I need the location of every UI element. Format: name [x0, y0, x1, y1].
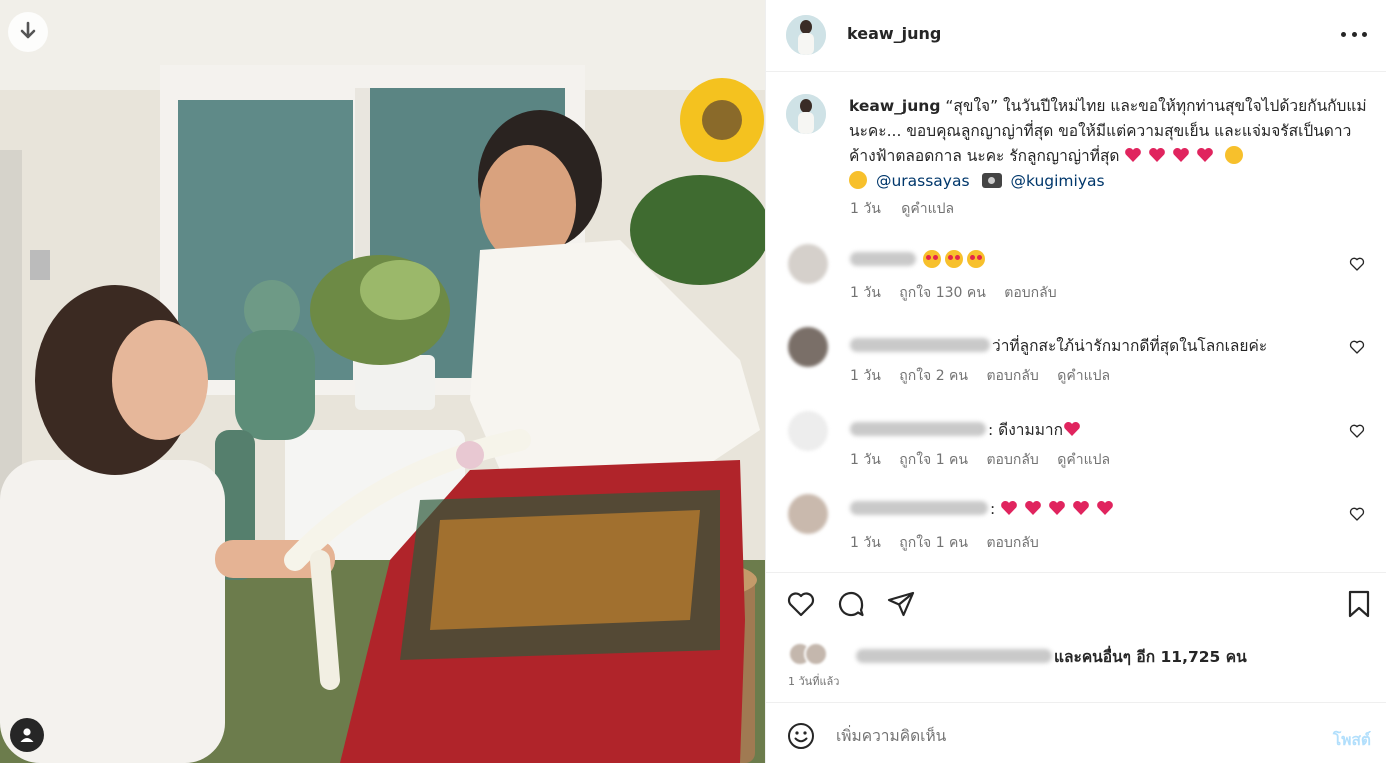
comment-meta: 1 วัน ถูกใจ 2 คน ตอบกลับ ดูคำแปล: [850, 365, 1124, 387]
liker-avatars: [788, 642, 848, 666]
user-tag-button[interactable]: [10, 718, 44, 752]
comments-section[interactable]: keaw_jung “สุขใจ” ในวันปีใหม่ไทย และขอให…: [766, 72, 1386, 572]
heart-eyes-icon: [944, 250, 963, 268]
camera-icon: [982, 173, 1003, 188]
red-heart-icon: [1125, 148, 1142, 162]
bookmark-icon[interactable]: [1344, 589, 1374, 619]
heart-icon[interactable]: [1349, 339, 1365, 355]
emoji-icon[interactable]: [786, 721, 816, 751]
comment-likes[interactable]: ถูกใจ 1 คน: [899, 452, 968, 468]
red-heart-icon: [1001, 501, 1018, 515]
comment-item: : ดีงามมาก 1 วัน ถูกใจ 1 คน ตอบกลับ ดูคำ…: [766, 411, 1386, 481]
comment-reply-link[interactable]: ตอบกลับ: [1004, 285, 1056, 301]
blurred-liker-name[interactable]: [856, 649, 1052, 663]
caption-mention-urassayas[interactable]: @urassayas: [876, 172, 970, 190]
author-avatar[interactable]: [786, 15, 826, 55]
avatar-image: [786, 15, 826, 55]
instagram-post-view: keaw_jung keaw_jung “สุขใจ” ในวันปีใหม่ไ…: [0, 0, 1386, 763]
post-photo[interactable]: [0, 0, 765, 763]
likes-count[interactable]: และคนอื่นๆ อีก 11,725 คน: [1054, 648, 1247, 666]
blurred-username[interactable]: [850, 252, 916, 266]
comment-translate-link[interactable]: ดูคำแปล: [1057, 452, 1110, 468]
post-header: keaw_jung: [766, 0, 1386, 72]
caption-translate-link[interactable]: ดูคำแปล: [901, 201, 954, 217]
caption-username[interactable]: keaw_jung: [849, 97, 940, 115]
comment-line: [850, 250, 989, 269]
comment-item: 1 วัน ถูกใจ 130 คน ตอบกลับ: [766, 244, 1386, 314]
comment-time: 1 วัน: [850, 285, 881, 301]
red-heart-icon: [1049, 501, 1066, 515]
comment-likes[interactable]: ถูกใจ 1 คน: [899, 535, 968, 551]
comment-meta: 1 วัน ถูกใจ 1 คน ตอบกลับ ดูคำแปล: [850, 449, 1124, 471]
comment-time: 1 วัน: [850, 535, 881, 551]
red-heart-icon: [1073, 501, 1090, 515]
likes-summary[interactable]: และคนอื่นๆ อีก 11,725 คน: [766, 636, 1386, 672]
post-side-panel: keaw_jung keaw_jung “สุขใจ” ในวันปีใหม่ไ…: [765, 0, 1386, 763]
grinning-face-icon: [849, 171, 867, 189]
caption-time: 1 วัน: [850, 201, 881, 217]
comment-line: : ดีงามมาก: [850, 417, 1087, 442]
commenter-avatar[interactable]: [788, 411, 828, 451]
kissing-face-icon: [1225, 146, 1244, 164]
comment-meta: 1 วัน ถูกใจ 130 คน ตอบกลับ: [850, 282, 1071, 304]
red-heart-icon: [1025, 501, 1042, 515]
more-options-button[interactable]: [1341, 24, 1367, 44]
user-tag-icon: [20, 728, 34, 742]
red-heart-icon: [1064, 422, 1080, 436]
comment-icon[interactable]: [836, 589, 866, 619]
likes-text: และคนอื่นๆ อีก 11,725 คน: [856, 644, 1247, 669]
comment-time: 1 วัน: [850, 368, 881, 384]
comment-translate-link[interactable]: ดูคำแปล: [1057, 368, 1110, 384]
download-icon: [20, 21, 36, 39]
blurred-username[interactable]: [850, 501, 988, 515]
comment-likes[interactable]: ถูกใจ 2 คน: [899, 368, 968, 384]
commenter-avatar[interactable]: [788, 327, 828, 367]
photo-illustration: [0, 0, 765, 763]
post-comment-button[interactable]: โพสต์: [1333, 727, 1371, 752]
heart-eyes-icon: [922, 250, 941, 268]
author-username[interactable]: keaw_jung: [847, 24, 941, 43]
red-heart-icon: [1173, 148, 1190, 162]
download-button[interactable]: [8, 12, 48, 52]
comment-meta: 1 วัน ถูกใจ 1 คน ตอบกลับ: [850, 532, 1053, 554]
more-icon: [1341, 31, 1346, 37]
heart-icon[interactable]: [1349, 256, 1365, 272]
comment-item: : 1 วัน ถูกใจ 1 คน ตอบกลับ: [766, 494, 1386, 564]
comment-text: ว่าที่ลูกสะใภ้น่ารักมากดีที่สุดในโลกเลยค…: [992, 337, 1268, 355]
comment-reply-link[interactable]: ตอบกลับ: [986, 368, 1038, 384]
share-icon[interactable]: [886, 589, 916, 619]
heart-eyes-icon: [966, 250, 985, 268]
comment-likes[interactable]: ถูกใจ 130 คน: [899, 285, 986, 301]
caption-mention-kugimiyas[interactable]: @kugimiyas: [1010, 172, 1104, 190]
comment-input[interactable]: [836, 721, 1296, 751]
comment-line: ว่าที่ลูกสะใภ้น่ารักมากดีที่สุดในโลกเลยค…: [850, 333, 1267, 358]
blurred-username[interactable]: [850, 338, 990, 352]
commenter-avatar[interactable]: [788, 494, 828, 534]
blurred-username[interactable]: [850, 422, 986, 436]
commenter-avatar[interactable]: [788, 244, 828, 284]
caption-avatar[interactable]: [786, 94, 826, 134]
red-heart-icon: [1097, 501, 1114, 515]
caption-meta: 1 วัน ดูคำแปล: [850, 198, 970, 220]
red-heart-icon: [1149, 148, 1166, 162]
heart-icon[interactable]: [1349, 506, 1365, 522]
heart-icon[interactable]: [786, 589, 816, 619]
comment-reply-link[interactable]: ตอบกลับ: [986, 535, 1038, 551]
comment-text: :: [990, 500, 996, 518]
red-heart-icon: [1197, 148, 1214, 162]
comment-line: :: [850, 500, 1120, 518]
post-timestamp: 1 วันที่แล้ว: [788, 675, 840, 688]
caption-text: keaw_jung “สุขใจ” ในวันปีใหม่ไทย และขอให…: [849, 94, 1369, 194]
comment-reply-link[interactable]: ตอบกลับ: [986, 452, 1038, 468]
heart-icon[interactable]: [1349, 423, 1365, 439]
add-comment-bar: โพสต์: [766, 702, 1386, 763]
post-actions-bar: [766, 572, 1386, 636]
comment-time: 1 วัน: [850, 452, 881, 468]
comment-item: ว่าที่ลูกสะใภ้น่ารักมากดีที่สุดในโลกเลยค…: [766, 327, 1386, 397]
comment-text: : ดีงามมาก: [988, 421, 1064, 439]
